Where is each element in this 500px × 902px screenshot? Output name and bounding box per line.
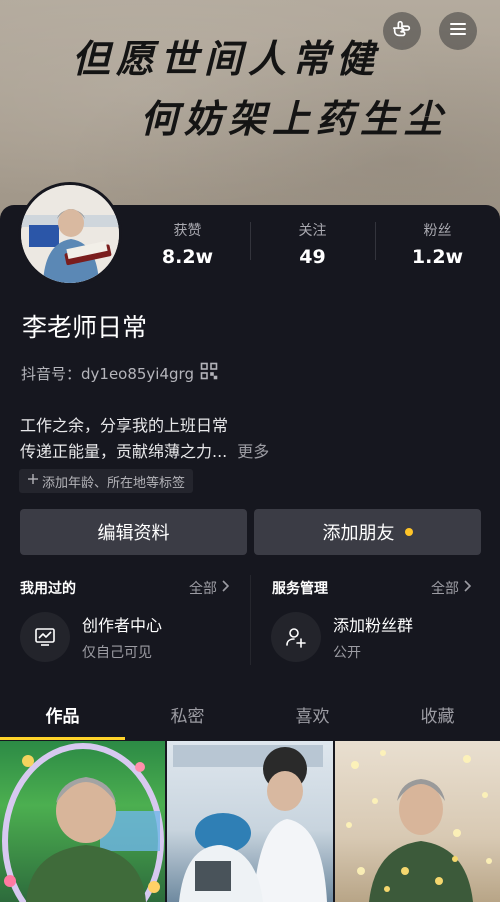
- add-user-icon: [271, 612, 321, 662]
- qr-code-icon[interactable]: [200, 362, 218, 384]
- profile-name: 李老师日常: [22, 313, 148, 342]
- douyin-id-text: 抖音号：dy1eo85yi4grg: [21, 364, 194, 383]
- video-thumbnail[interactable]: [334, 741, 500, 902]
- bio-more-link[interactable]: 更多: [237, 442, 269, 461]
- used-all-link[interactable]: 全部: [189, 578, 230, 598]
- tab-favorites[interactable]: 收藏: [375, 688, 500, 740]
- stat-followers-value: 1.2w: [411, 246, 464, 268]
- gesture-button[interactable]: [383, 12, 421, 50]
- creator-chart-icon: [20, 612, 70, 662]
- tab-private[interactable]: 私密: [125, 688, 250, 740]
- video-thumbnail-image: [2, 743, 164, 902]
- services-all-label: 全部: [431, 581, 459, 597]
- edit-profile-button[interactable]: 编辑资料: [20, 509, 247, 555]
- plus-icon: [27, 473, 39, 489]
- video-grid: [0, 741, 500, 902]
- bio-line-1: 工作之余，分享我的上班日常: [20, 416, 229, 435]
- video-thumbnail[interactable]: [0, 741, 166, 902]
- services-section-title: 服务管理: [272, 581, 328, 597]
- used-section-title: 我用过的: [20, 581, 76, 597]
- menu-button[interactable]: [439, 12, 477, 50]
- notification-dot: [404, 528, 413, 536]
- content-tabs: 作品 私密 喜欢 收藏: [0, 688, 500, 740]
- add-fan-group-item[interactable]: 添加粉丝群 公开: [271, 612, 413, 662]
- used-all-label: 全部: [189, 581, 217, 597]
- add-fan-group-sub: 公开: [333, 645, 361, 661]
- hamburger-menu-icon: [448, 19, 468, 43]
- stat-following[interactable]: 关注 49: [250, 218, 375, 278]
- video-thumbnail-image: [173, 745, 328, 902]
- add-tag-chip[interactable]: 添加年龄、所在地等标签: [19, 469, 194, 493]
- creator-center-sub: 仅自己可见: [82, 645, 152, 661]
- bio-line-2: 传递正能量，贡献绵薄之力... 更多: [20, 439, 269, 465]
- creator-center-item[interactable]: 创作者中心 仅自己可见: [20, 612, 162, 662]
- avatar[interactable]: [18, 182, 122, 286]
- add-fan-group-title: 添加粉丝群: [333, 616, 414, 635]
- stat-followers-label: 粉丝: [423, 223, 452, 239]
- stat-followers[interactable]: 粉丝 1.2w: [375, 218, 500, 278]
- services-all-link[interactable]: 全部: [431, 578, 472, 598]
- video-thumbnail-image: [345, 750, 492, 902]
- avatar-image: [21, 185, 119, 283]
- stat-following-value: 49: [299, 246, 326, 268]
- stat-likes-label: 获赞: [173, 223, 202, 239]
- tab-liked[interactable]: 喜欢: [250, 688, 375, 740]
- bio-line-2-text: 传递正能量，贡献绵薄之力...: [20, 442, 228, 461]
- tab-works[interactable]: 作品: [0, 688, 125, 740]
- add-tag-label: 添加年龄、所在地等标签: [42, 475, 186, 491]
- chevron-right-icon: [221, 580, 230, 596]
- stat-following-label: 关注: [298, 223, 327, 239]
- douyin-id-row[interactable]: 抖音号：dy1eo85yi4grg: [21, 362, 218, 384]
- stat-likes-value: 8.2w: [161, 246, 214, 268]
- profile-stats: 获赞 8.2w 关注 49 粉丝 1.2w: [125, 218, 500, 278]
- creator-center-title: 创作者中心: [82, 616, 163, 635]
- edit-profile-label: 编辑资料: [97, 523, 170, 544]
- section-divider: [250, 575, 251, 665]
- stat-likes[interactable]: 获赞 8.2w: [125, 218, 250, 278]
- profile-bio: 工作之余，分享我的上班日常 传递正能量，贡献绵薄之力... 更多: [20, 413, 269, 465]
- video-thumbnail[interactable]: [167, 741, 333, 902]
- add-friend-label: 添加朋友: [322, 523, 395, 544]
- hand-pointer-icon: [391, 18, 413, 44]
- add-friend-button[interactable]: 添加朋友: [254, 509, 481, 555]
- banner-poem-line2: 何妨架上药生尘: [140, 96, 449, 141]
- chevron-right-icon: [463, 580, 472, 596]
- banner-poem-line1: 但愿世间人常健: [72, 36, 381, 81]
